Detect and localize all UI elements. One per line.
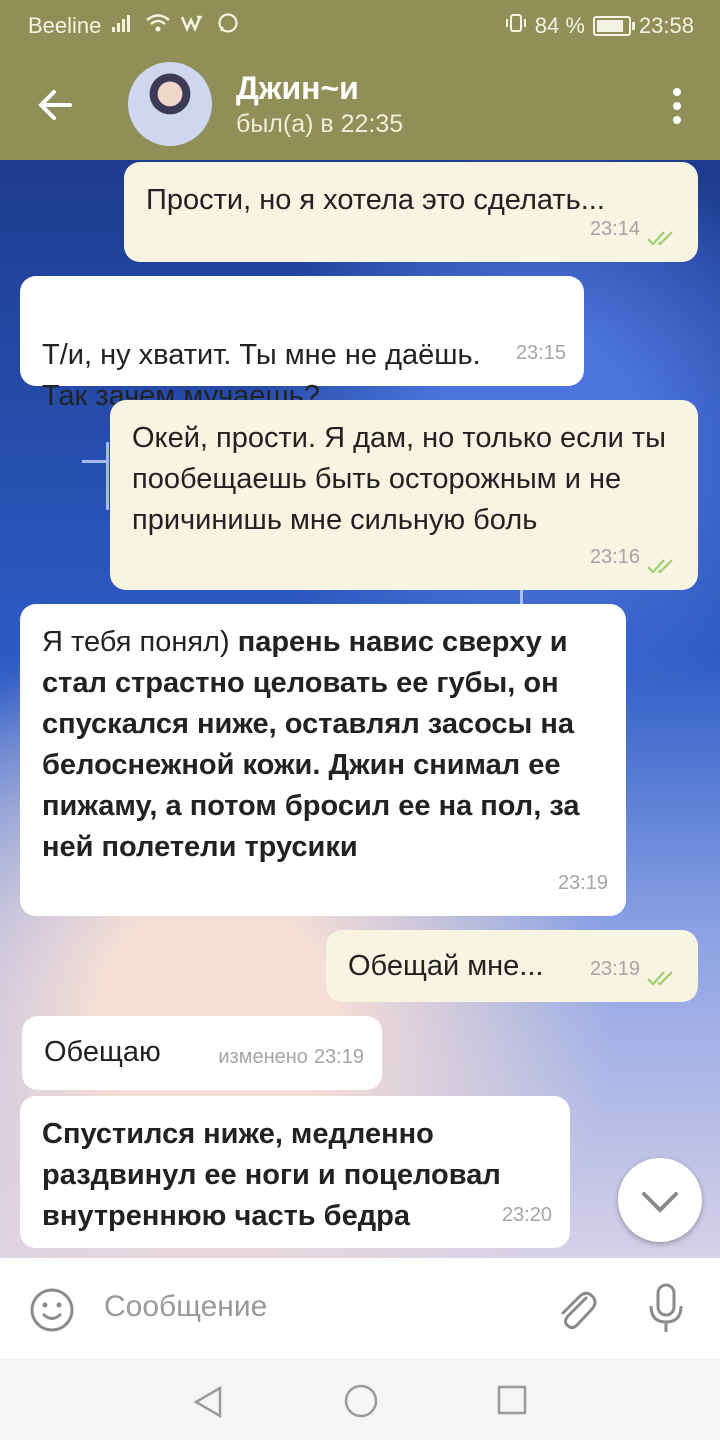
- message-outgoing[interactable]: Обещай мне... 23:19: [326, 930, 698, 1002]
- message-time: 23:19: [313, 1046, 364, 1068]
- avatar[interactable]: [128, 62, 212, 146]
- contact-name[interactable]: Джин~и: [236, 70, 359, 107]
- attach-icon[interactable]: [552, 1284, 600, 1334]
- message-text: Окей, прости. Я дам, но только если ты п…: [132, 422, 666, 536]
- message-outgoing[interactable]: Окей, прости. Я дам, но только если ты п…: [110, 400, 698, 590]
- message-time: 23:19: [589, 958, 640, 980]
- mic-icon[interactable]: [646, 1282, 686, 1336]
- message-time: 23:20: [501, 1204, 552, 1226]
- nav-back-icon[interactable]: [190, 1384, 226, 1420]
- battery-percent: 84 %: [534, 12, 585, 38]
- battery-icon: [592, 15, 635, 36]
- vk-notification-icon: [181, 14, 207, 37]
- message-incoming[interactable]: Обещаю изменено 23:19: [22, 1016, 382, 1090]
- message-outgoing[interactable]: Прости, но я хотела это сделать... 23:14: [124, 162, 698, 262]
- scroll-down-button[interactable]: [618, 1158, 702, 1242]
- status-bar: Beeline 84 % 23:58: [0, 0, 720, 50]
- message-input[interactable]: Сообщение: [104, 1290, 267, 1324]
- clock: 23:58: [638, 12, 694, 38]
- vibrate-icon: [505, 12, 527, 39]
- message-time: 23:16: [589, 546, 640, 568]
- system-nav-bar: [0, 1358, 720, 1440]
- message-time: 23:14: [589, 218, 640, 240]
- message-time: 23:15: [515, 342, 566, 364]
- chat-header: Джин~и был(а) в 22:35: [0, 50, 720, 160]
- message-text: Спустился ниже, медленно раздвинул ее но…: [42, 1118, 501, 1232]
- nav-recent-icon[interactable]: [496, 1384, 528, 1416]
- message-text-normal: Я тебя понял): [42, 626, 238, 658]
- double-check-icon: [646, 221, 680, 246]
- back-arrow-icon[interactable]: [30, 80, 80, 130]
- signal-icon: [111, 13, 135, 38]
- message-text: Я тебя понял) парень навис сверху и стал…: [42, 622, 610, 868]
- edited-label: изменено: [218, 1046, 308, 1068]
- double-check-icon: [646, 961, 680, 986]
- nav-home-icon[interactable]: [342, 1382, 380, 1420]
- message-incoming[interactable]: Т/и, ну хватит. Ты мне не даёшь. Так зач…: [20, 276, 584, 412]
- emoji-icon[interactable]: [28, 1286, 76, 1334]
- message-incoming[interactable]: Я тебя понял) парень навис сверху и стал…: [20, 604, 626, 916]
- wifi-icon: [145, 13, 171, 38]
- double-check-icon: [646, 549, 680, 574]
- chat-area[interactable]: Прости, но я хотела это сделать... 23:14…: [0, 160, 720, 1258]
- last-seen-status: был(а) в 22:35: [236, 110, 404, 138]
- chevron-down-icon: [642, 1192, 678, 1213]
- message-incoming[interactable]: Спустился ниже, медленно раздвинул ее но…: [20, 1096, 570, 1248]
- message-input-bar: Сообщение: [0, 1258, 720, 1358]
- whatsapp-icon: [217, 12, 239, 39]
- carrier-label: Beeline: [28, 12, 102, 38]
- message-time: 23:19: [557, 872, 608, 894]
- more-vertical-icon[interactable]: [670, 86, 684, 126]
- message-text-bold: парень навис сверху и стал страстно цело…: [42, 626, 580, 863]
